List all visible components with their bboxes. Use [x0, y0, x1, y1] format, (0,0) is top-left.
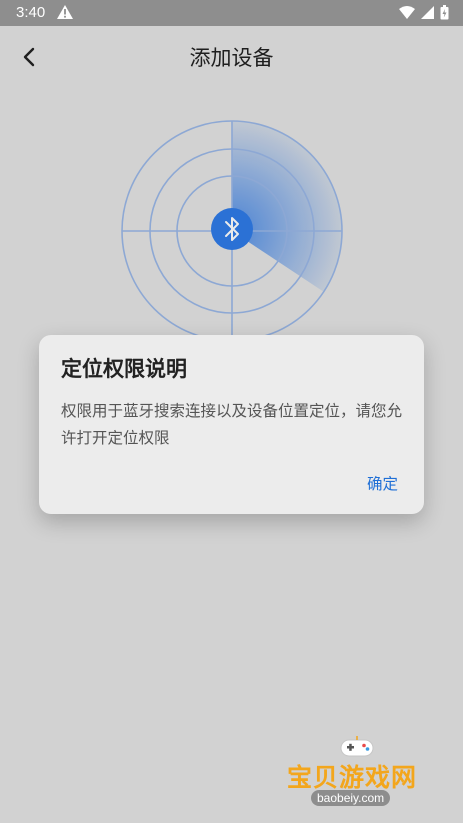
warning-icon — [57, 5, 73, 19]
battery-icon — [440, 5, 449, 20]
signal-icon — [421, 6, 434, 19]
watermark-title: 宝贝游戏网 — [287, 763, 418, 792]
dialog-title: 定位权限说明 — [61, 357, 187, 381]
location-permission-dialog: 定位权限说明 权限用于蓝牙搜索连接以及设备位置定位，请您允许打开定位权限 确定 — [39, 335, 424, 514]
status-bar: 3:40 — [0, 0, 463, 26]
status-time: 3:40 — [16, 4, 46, 21]
watermark: 宝贝游戏网 baobeiy.com — [287, 736, 432, 808]
confirm-button[interactable]: 确定 — [367, 472, 398, 494]
status-icons — [399, 5, 449, 20]
watermark-url: baobeiy.com — [311, 790, 391, 806]
gamepad-logo-icon — [340, 736, 374, 757]
wifi-icon — [399, 6, 415, 19]
dialog-message: 权限用于蓝牙搜索连接以及设备位置定位，请您允许打开定位权限 — [61, 402, 403, 447]
